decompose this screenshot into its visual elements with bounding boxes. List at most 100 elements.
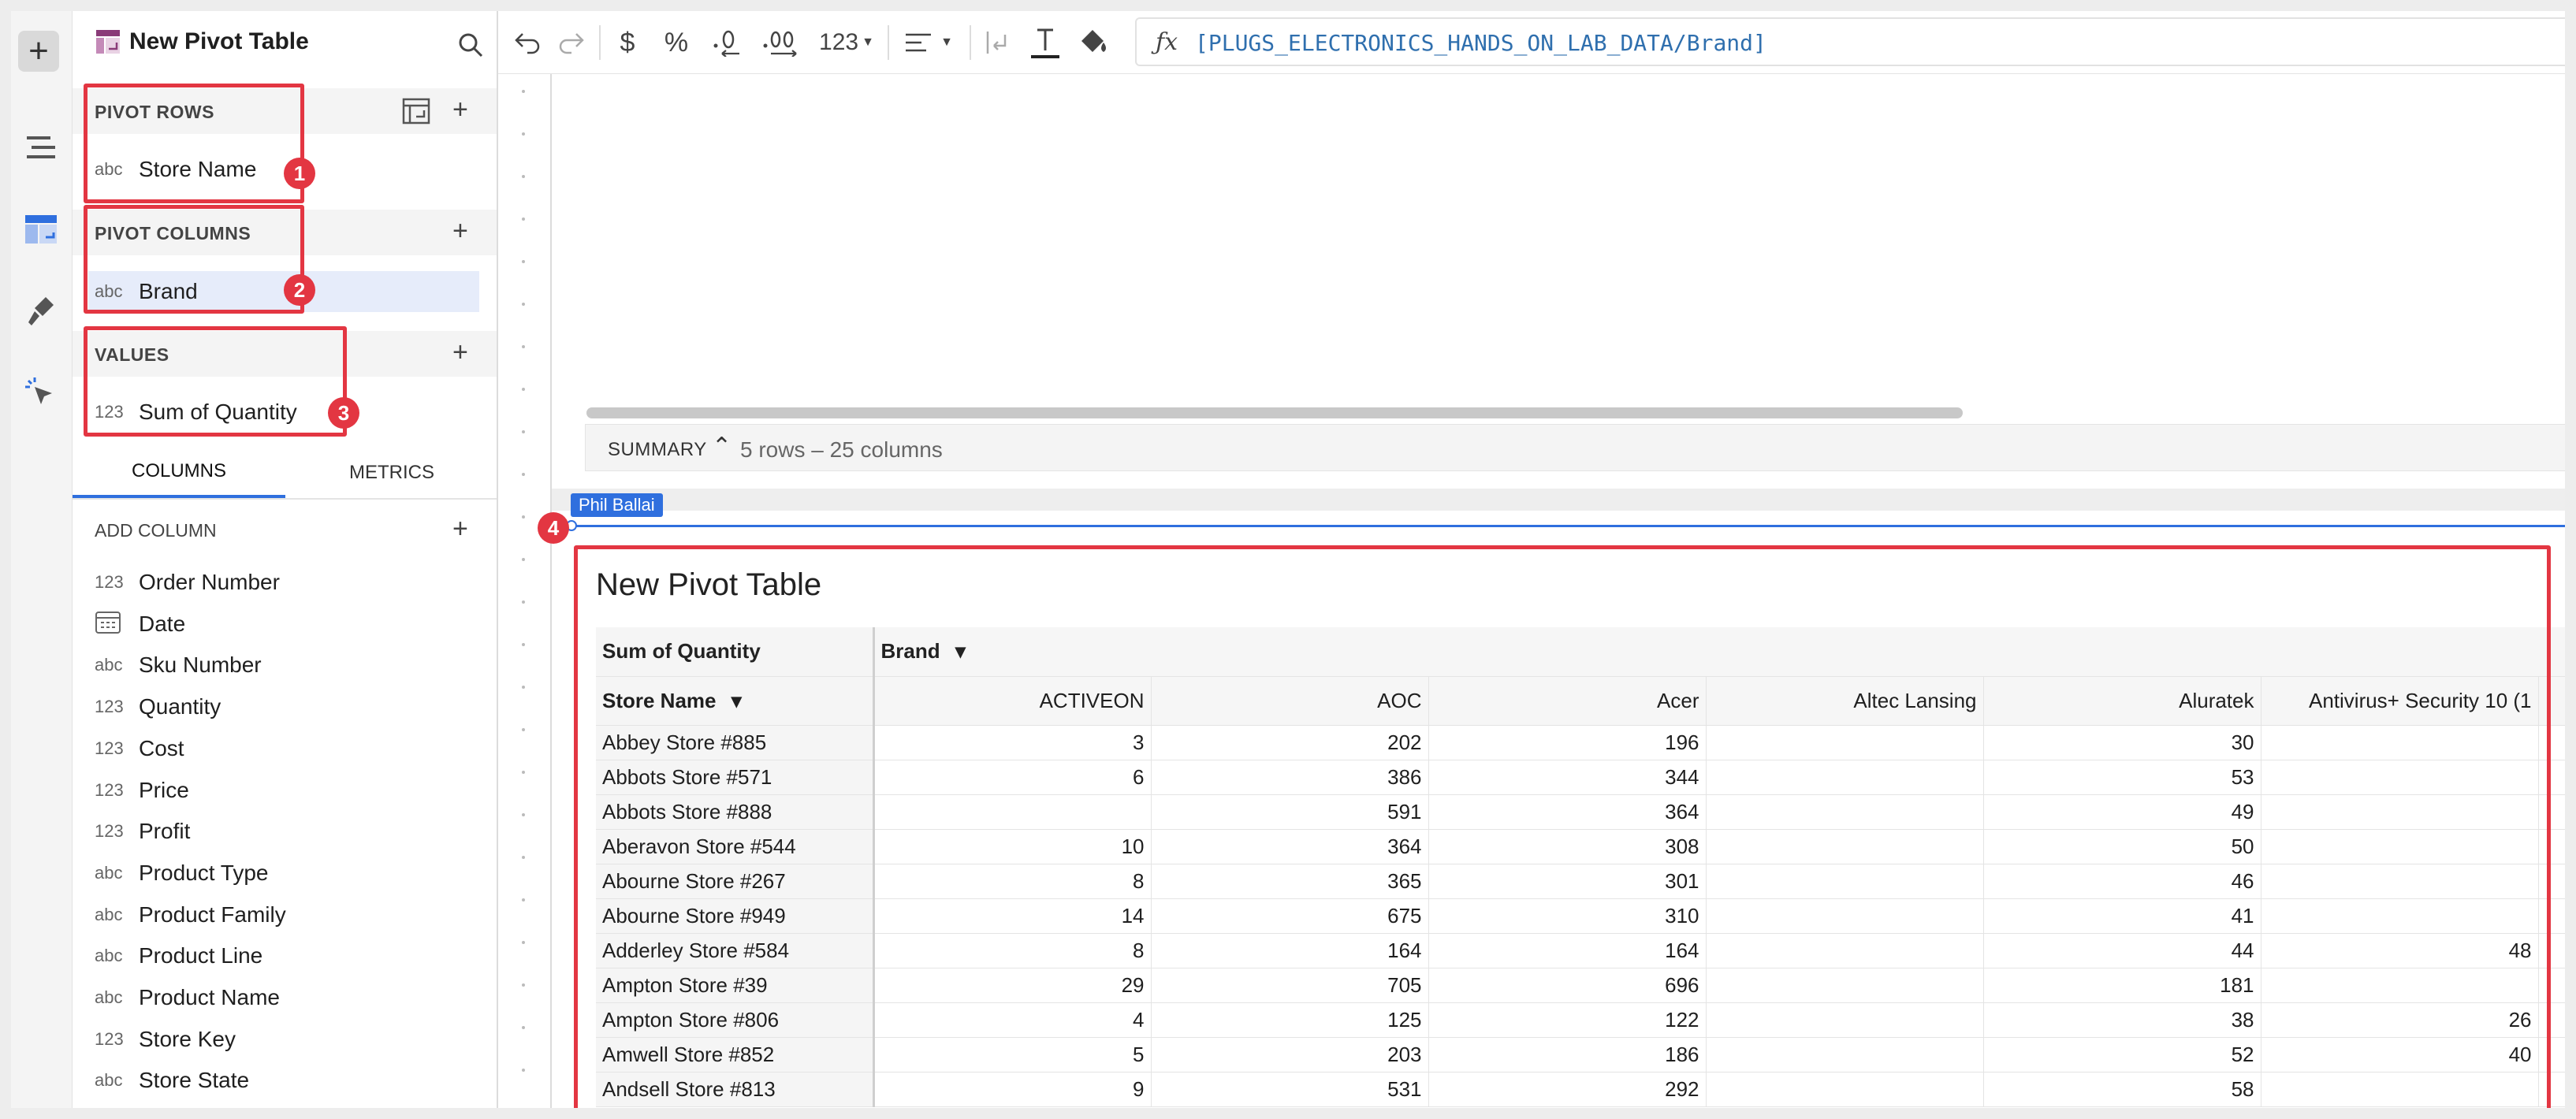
icon-rail: + bbox=[11, 11, 73, 1108]
gutter-dot bbox=[522, 303, 525, 306]
number-type-icon: 123 bbox=[95, 779, 124, 800]
column-list-item[interactable]: Date bbox=[95, 604, 185, 644]
currency-format-button[interactable]: $ bbox=[612, 24, 643, 61]
gutter-dot bbox=[522, 1026, 525, 1029]
add-value-button[interactable]: + bbox=[452, 339, 468, 366]
gutter-dot bbox=[522, 686, 525, 689]
annotation-box-2 bbox=[84, 205, 304, 314]
column-list-item[interactable]: abc Sku Number bbox=[95, 645, 262, 685]
annotation-badge-4: 4 bbox=[538, 512, 569, 544]
chevron-up-icon[interactable]: ⌃ bbox=[712, 433, 731, 460]
function-icon: ƒx bbox=[1156, 28, 1178, 56]
summary-bar[interactable]: SUMMARY ⌃ 5 rows – 25 columns bbox=[585, 424, 2565, 471]
column-list-item[interactable]: abc Product Family bbox=[95, 895, 286, 935]
column-list-item[interactable]: abc Product Line bbox=[95, 936, 262, 976]
pivot-layout-icon[interactable] bbox=[402, 98, 430, 128]
column-list-item[interactable]: abc Store State bbox=[95, 1061, 249, 1100]
annotation-badge-3: 3 bbox=[328, 397, 359, 429]
text-type-icon: abc bbox=[95, 946, 123, 966]
gutter-dot bbox=[522, 728, 525, 731]
panel-header: New Pivot Table bbox=[73, 11, 497, 74]
horizontal-scrollbar[interactable] bbox=[586, 407, 1963, 418]
column-name: Price bbox=[139, 777, 189, 802]
text-type-icon: abc bbox=[95, 1070, 123, 1091]
text-align-dropdown[interactable]: ▼ bbox=[900, 24, 957, 61]
redo-icon[interactable] bbox=[555, 24, 586, 61]
panel-title: New Pivot Table bbox=[129, 28, 309, 54]
column-list-item[interactable]: 123 Price bbox=[95, 771, 189, 810]
fill-color-icon[interactable] bbox=[1075, 24, 1113, 61]
percent-format-button[interactable]: % bbox=[659, 24, 694, 61]
gutter-dot bbox=[522, 388, 525, 391]
column-name: Cost bbox=[139, 735, 184, 760]
column-name: Profit bbox=[139, 819, 191, 844]
add-column-button[interactable]: + bbox=[452, 515, 468, 542]
gutter-dot bbox=[522, 941, 525, 944]
format-toolbar: $ % 123 ▼ ▼ ƒx [PLUGS_ELECTRONICS_HANDS_… bbox=[498, 11, 2565, 74]
annotation-box-4 bbox=[574, 545, 2551, 1108]
gutter-dot bbox=[522, 558, 525, 561]
toolbar-separator bbox=[888, 25, 889, 60]
column-name: Product Type bbox=[139, 860, 269, 885]
element-divider-band bbox=[552, 489, 2565, 511]
formula-text: [PLUGS_ELECTRONICS_HANDS_ON_LAB_DATA/Bra… bbox=[1195, 30, 1766, 56]
chevron-down-icon: ▼ bbox=[940, 35, 953, 49]
column-name: Product Name bbox=[139, 985, 280, 1009]
gutter-dot bbox=[522, 771, 525, 774]
gutter-dot bbox=[522, 345, 525, 348]
gutter-dot bbox=[522, 813, 525, 816]
user-presence-tag: Phil Ballai bbox=[571, 493, 663, 517]
page-gutter bbox=[498, 74, 552, 1108]
annotation-badge-1: 1 bbox=[284, 158, 315, 189]
column-list-item[interactable]: 123 Store Key bbox=[95, 1020, 236, 1059]
column-list-item[interactable]: 123 Cost bbox=[95, 729, 184, 768]
gutter-dot bbox=[522, 175, 525, 178]
annotation-box-1 bbox=[84, 84, 304, 203]
column-list-item[interactable]: 123 Profit bbox=[95, 812, 190, 851]
wrap-text-icon[interactable] bbox=[981, 24, 1012, 61]
number-format-dropdown[interactable]: 123 ▼ bbox=[817, 24, 877, 61]
gutter-dot bbox=[522, 90, 525, 93]
decrease-decimal-icon[interactable] bbox=[709, 24, 744, 61]
text-color-icon[interactable] bbox=[1026, 24, 1064, 61]
column-list-item[interactable]: abc Product Name bbox=[95, 978, 280, 1017]
tab-metrics[interactable]: METRICS bbox=[285, 448, 498, 498]
gutter-dot bbox=[522, 856, 525, 859]
gutter-dot bbox=[522, 473, 525, 476]
gutter-dot bbox=[522, 515, 525, 519]
outline-icon[interactable] bbox=[20, 126, 62, 169]
formula-bar[interactable]: ƒx [PLUGS_ELECTRONICS_HANDS_ON_LAB_DATA/… bbox=[1135, 17, 2565, 66]
column-list-item[interactable]: 123 Quantity bbox=[95, 687, 221, 727]
text-type-icon: abc bbox=[95, 655, 123, 675]
increase-decimal-icon[interactable] bbox=[760, 24, 802, 61]
element-properties-icon[interactable] bbox=[20, 208, 62, 251]
undo-icon[interactable] bbox=[512, 24, 544, 61]
text-type-icon: abc bbox=[95, 987, 123, 1007]
summary-info: 5 rows – 25 columns bbox=[740, 437, 943, 462]
app-window: + New Pivot Table PIVOT ROWS + abc Store… bbox=[11, 11, 2565, 1108]
text-type-icon: abc bbox=[95, 904, 123, 924]
column-name: Sku Number bbox=[139, 652, 262, 678]
text-type-icon: abc bbox=[95, 862, 123, 883]
tab-columns[interactable]: COLUMNS bbox=[73, 448, 285, 498]
summary-label: SUMMARY bbox=[608, 439, 707, 460]
add-element-button[interactable]: + bbox=[18, 31, 59, 72]
column-name: Product Family bbox=[139, 902, 286, 927]
actions-cursor-icon[interactable] bbox=[20, 372, 62, 415]
column-list-item[interactable]: 123 Order Number bbox=[95, 563, 280, 602]
gutter-dot bbox=[522, 898, 525, 902]
format-brush-icon[interactable] bbox=[20, 290, 62, 333]
column-list-item[interactable]: abc Product Type bbox=[95, 853, 268, 893]
selection-line bbox=[571, 525, 2565, 527]
add-pivot-row-button[interactable]: + bbox=[452, 96, 468, 123]
add-pivot-column-button[interactable]: + bbox=[452, 217, 468, 244]
panel-tabs: COLUMNS METRICS bbox=[73, 448, 497, 498]
gutter-dot bbox=[522, 260, 525, 263]
number-type-icon: 123 bbox=[95, 821, 124, 842]
search-icon[interactable] bbox=[457, 32, 484, 62]
column-name: Product Line bbox=[139, 943, 263, 968]
add-column-label: ADD COLUMN bbox=[95, 520, 217, 541]
gutter-dot bbox=[522, 132, 525, 136]
gutter-dot bbox=[522, 600, 525, 604]
toolbar-separator bbox=[599, 25, 601, 60]
